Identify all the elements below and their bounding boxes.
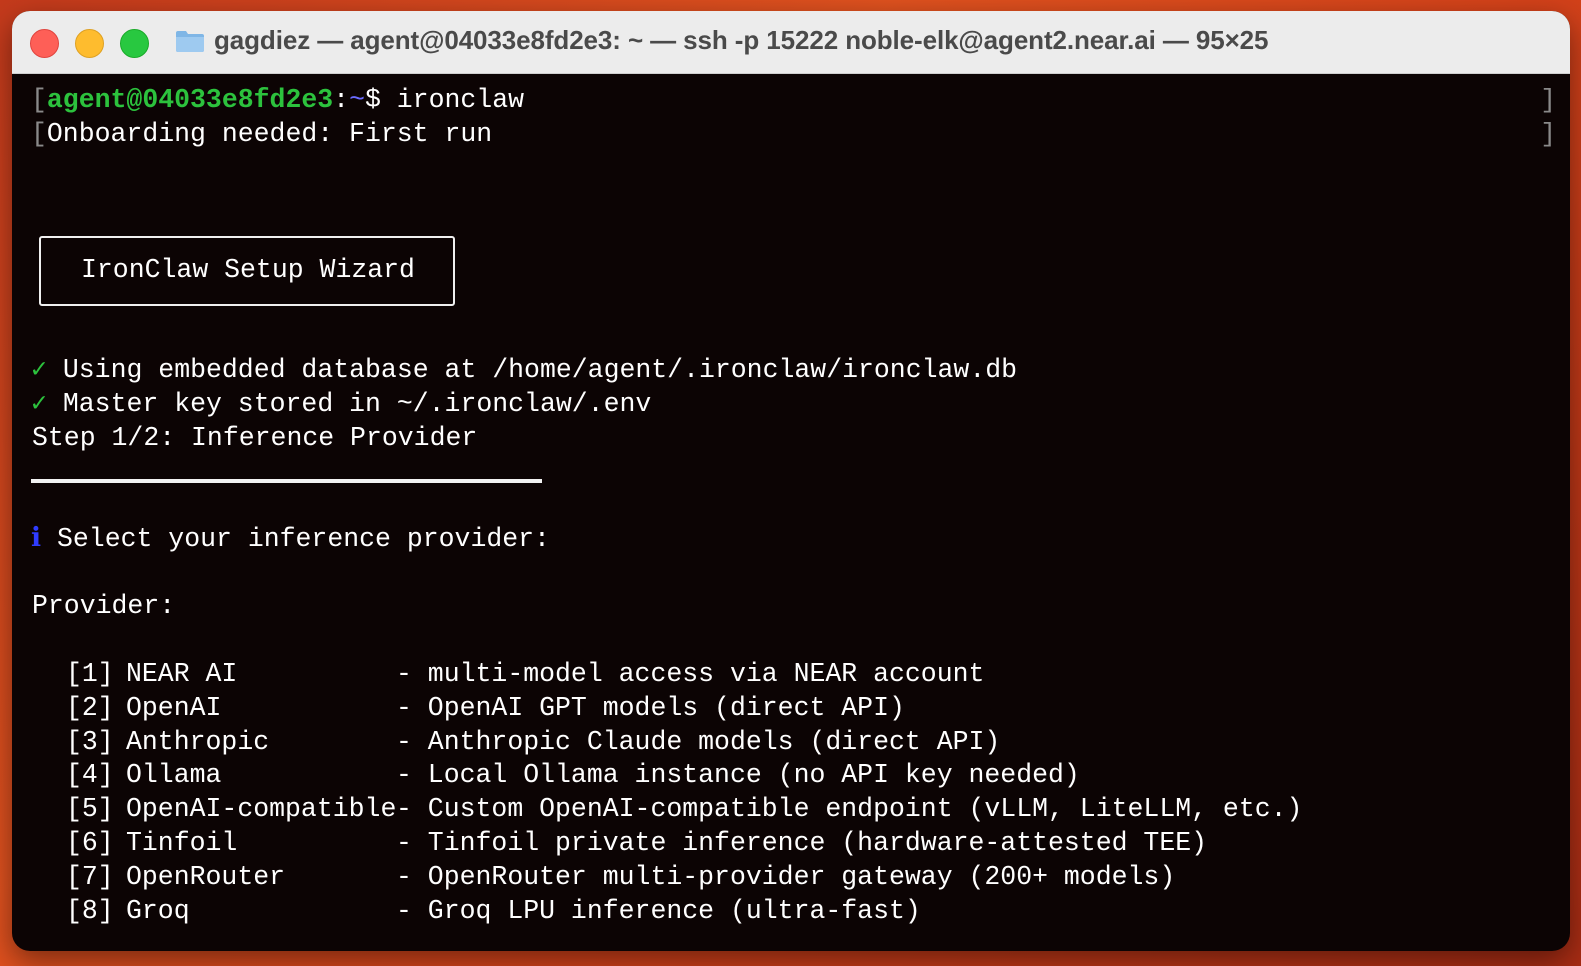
provider-description: - OpenRouter multi-provider gateway (200… [396, 861, 1176, 892]
provider-name: OpenAI-compatible [126, 794, 397, 825]
window-title: gagdiez — agent@04033e8fd2e3: ~ — ssh -p… [214, 25, 1269, 55]
key-status-text: Master key stored in ~/.ironclaw/.env [62, 389, 652, 419]
wizard-title: IronClaw Setup Wizard [81, 255, 415, 285]
right-bracket-marker: ] [1540, 119, 1556, 149]
provider-index: [4] [66, 760, 114, 791]
provider-option[interactable]: [7] OpenRouter - OpenRouter multi-provider… [66, 860, 1175, 894]
provider-description: - Groq LPU inference (ultra-fast) [396, 895, 921, 926]
prompt-path: ~ [349, 85, 365, 115]
provider-option[interactable]: [3] Anthropic - Anthropic Claude models (d… [66, 725, 1000, 759]
provider-option[interactable]: [4] Ollama - Local Ollama instance (no API… [66, 758, 1080, 792]
provider-option[interactable]: [6] Tinfoil - Tinfoil private inference (h… [66, 826, 1207, 860]
provider-index: [1] [66, 659, 114, 689]
provider-index: [2] [66, 692, 114, 723]
folder-icon [176, 31, 204, 52]
provider-name: Anthropic [126, 726, 270, 757]
provider-name: Ollama [126, 760, 222, 791]
provider-index: [6] [66, 828, 114, 858]
provider-option[interactable]: [2] OpenAI - OpenAI GPT models (direct API… [66, 691, 905, 725]
prompt-symbol: $ [364, 85, 397, 115]
provider-description: - Local Ollama instance (no API key need… [396, 760, 1080, 791]
provider-index: [3] [66, 726, 114, 757]
step-divider [31, 479, 542, 483]
close-window-button[interactable] [30, 29, 59, 58]
provider-index: [8] [66, 895, 114, 926]
provider-index: [7] [66, 861, 114, 892]
prompt-user: agent@04033e8fd2e3 [46, 85, 334, 115]
onboarding-text: Onboarding needed: First run [46, 119, 493, 149]
command-text: ironclaw [396, 85, 525, 115]
provider-option[interactable]: [8] Groq - Groq LPU inference (ultra-fast) [66, 894, 921, 928]
prompt-line: [agent@04033e8fd2e3:~$ ironclaw [31, 85, 525, 115]
provider-index: [5] [66, 794, 114, 825]
terminal-window: gagdiez — agent@04033e8fd2e3: ~ — ssh -p… [12, 11, 1570, 951]
provider-name: OpenRouter [126, 861, 286, 892]
info-icon: ℹ [31, 524, 42, 554]
terminal-content[interactable]: [agent@04033e8fd2e3:~$ ironclaw ] [Onboa… [12, 74, 1570, 951]
minimize-window-button[interactable] [75, 29, 104, 58]
db-status-text: Using embedded database at /home/agent/.… [62, 355, 1018, 385]
provider-description: - Anthropic Claude models (direct API) [396, 726, 1001, 757]
prompt-separator: : [333, 85, 350, 115]
wizard-title-box: IronClaw Setup Wizard [39, 236, 455, 306]
step-heading: Step 1/2: Inference Provider [32, 423, 478, 453]
title-bar[interactable]: gagdiez — agent@04033e8fd2e3: ~ — ssh -p… [12, 11, 1570, 74]
select-prompt-line: ℹ Select your inference provider: [31, 522, 550, 556]
provider-description: - multi-model access via NEAR account [396, 659, 985, 689]
zoom-window-button[interactable] [120, 29, 149, 58]
check-icon: ✓ [31, 355, 47, 385]
provider-name: Groq [126, 895, 190, 926]
provider-option[interactable]: [5] OpenAI-compatible - Custom OpenAI-comp… [66, 792, 1302, 826]
check-icon: ✓ [31, 389, 47, 419]
provider-option[interactable]: [1] NEAR AI - multi-model access via NEAR … [66, 657, 984, 691]
provider-description: - Tinfoil private inference (hardware-at… [396, 828, 1208, 858]
right-bracket-marker: ] [1540, 85, 1556, 115]
provider-name: OpenAI [126, 692, 222, 723]
provider-name: Tinfoil [126, 828, 238, 858]
select-prompt-text: Select your inference provider: [56, 524, 550, 554]
key-status-line: ✓ Master key stored in ~/.ironclaw/.env [31, 387, 651, 421]
provider-heading: Provider: [32, 591, 176, 621]
onboarding-line: [Onboarding needed: First run [31, 119, 493, 149]
provider-name: NEAR AI [126, 659, 238, 689]
db-status-line: ✓ Using embedded database at /home/agent… [31, 353, 1017, 387]
provider-description: - Custom OpenAI-compatible endpoint (vLL… [396, 794, 1303, 825]
provider-description: - OpenAI GPT models (direct API) [396, 692, 905, 723]
